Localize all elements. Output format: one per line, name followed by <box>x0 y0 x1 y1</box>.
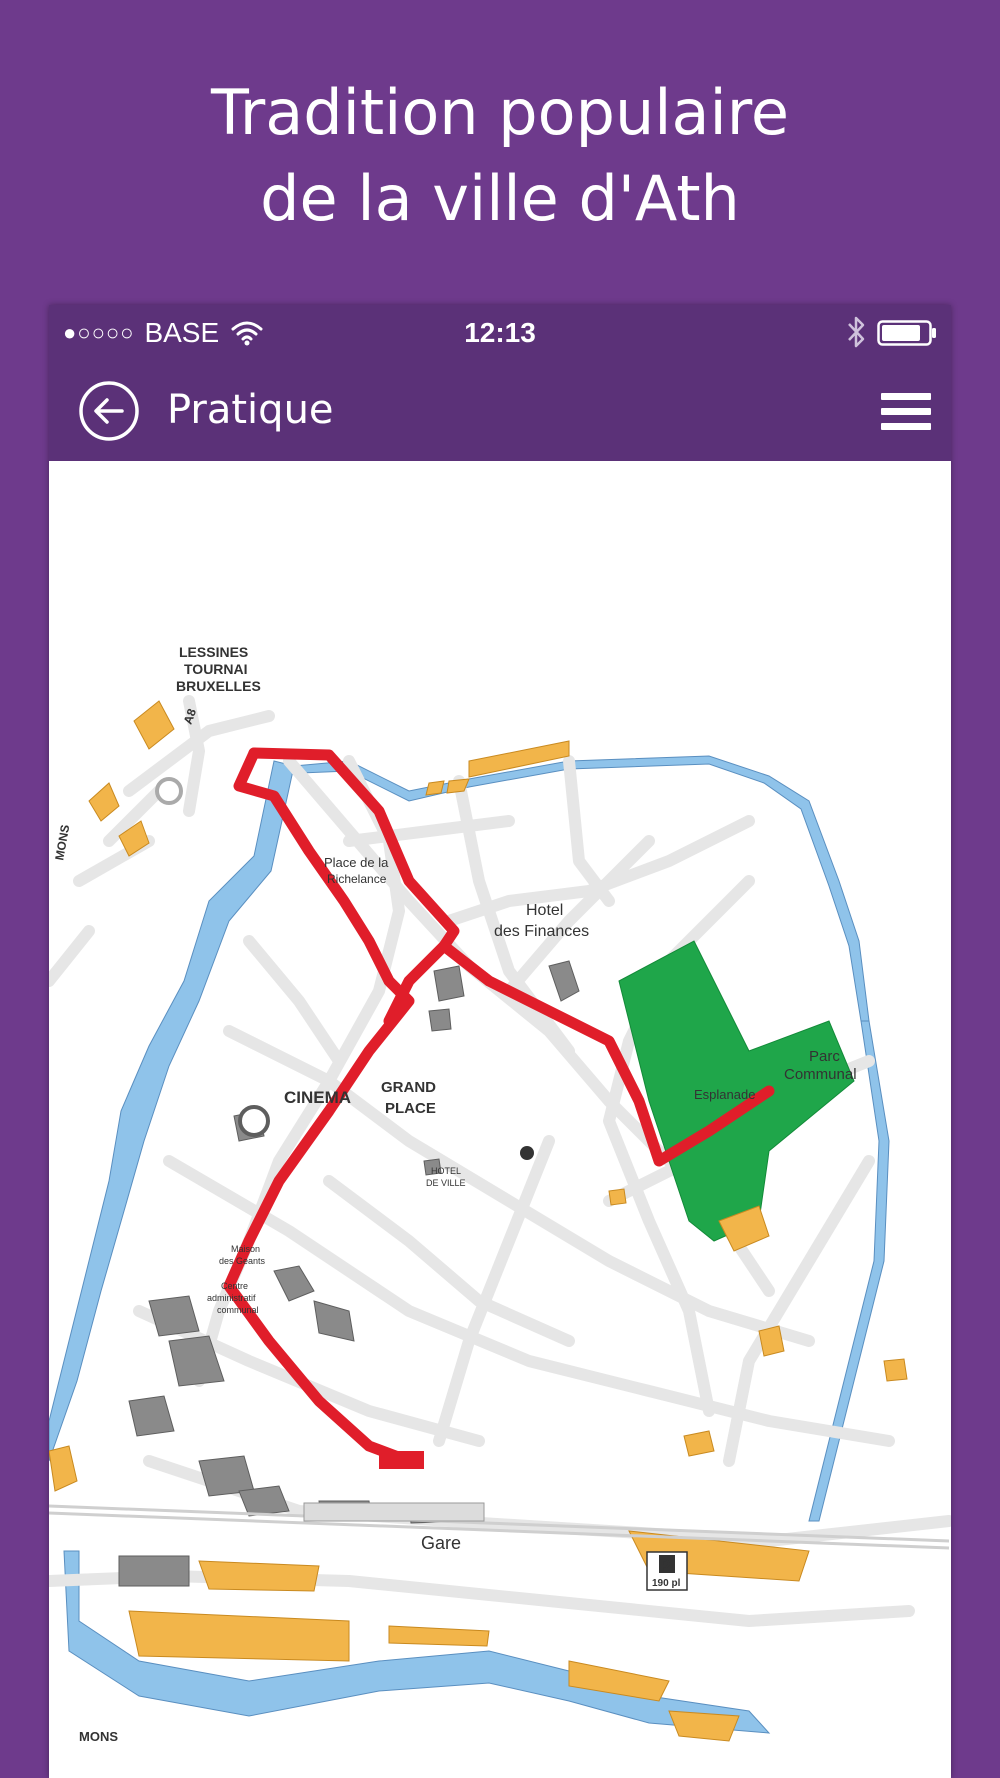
label-centre-1: Centre <box>221 1281 248 1291</box>
label-hotel-finances-2: des Finances <box>494 923 589 940</box>
label-centre-3: communal <box>217 1305 259 1315</box>
label-cinema: CINEMA <box>284 1088 351 1107</box>
label-bruxelles: BRUXELLES <box>176 678 261 694</box>
label-lessines: LESSINES <box>179 644 248 660</box>
city-map-svg: LESSINES TOURNAI BRUXELLES A8 MONS Place… <box>49 461 951 1778</box>
status-bar: ●○○○○ BASE 12:13 <box>49 305 951 361</box>
city-map[interactable]: LESSINES TOURNAI BRUXELLES A8 MONS Place… <box>49 461 951 1778</box>
hamburger-menu-icon[interactable] <box>881 391 931 433</box>
label-hotel-finances-1: Hotel <box>526 902 563 919</box>
label-parc-2: Communal <box>784 1066 857 1083</box>
label-tournai: TOURNAI <box>184 661 248 677</box>
label-place-richeliance-1: Place de la <box>324 855 389 870</box>
headline-line-1: Tradition populaire <box>211 76 789 149</box>
page-headline: Tradition populaire de la ville d'Ath <box>0 70 1000 242</box>
nav-bar: Pratique <box>49 361 951 461</box>
label-parking: P <box>660 1558 671 1575</box>
label-grand-place-1: GRAND <box>381 1079 436 1096</box>
battery-icon <box>877 320 936 346</box>
label-gare: Gare <box>421 1533 461 1553</box>
label-centre-2: administratif <box>207 1293 256 1303</box>
label-grand-place-2: PLACE <box>385 1100 436 1117</box>
label-parking-places: 190 pl <box>652 1578 681 1589</box>
label-mons: MONS <box>79 1729 118 1744</box>
phone-screenshot: ●○○○○ BASE 12:13 Pratique LESSINES TOURN… <box>49 305 951 1778</box>
cinema-building <box>238 1105 270 1137</box>
back-arrow-icon[interactable] <box>78 380 140 442</box>
label-esplanade: Esplanade <box>694 1087 755 1102</box>
label-parc-1: Parc <box>809 1048 840 1065</box>
headline-line-2: de la ville d'Ath <box>260 162 740 235</box>
gare-building <box>303 1502 485 1522</box>
status-time: 12:13 <box>464 317 536 348</box>
label-place-richeliance-2: Richelance <box>327 872 387 886</box>
label-hotel-ville-2: DE VILLE <box>426 1178 466 1188</box>
nav-title: Pratique <box>167 387 334 433</box>
label-maison-1: Maison <box>231 1244 260 1254</box>
info-marker <box>520 1146 534 1160</box>
label-hotel-ville-1: HOTEL <box>431 1166 461 1176</box>
label-maison-2: des Geants <box>219 1256 266 1266</box>
gare-route-end <box>379 1451 424 1469</box>
bluetooth-icon <box>848 316 865 348</box>
